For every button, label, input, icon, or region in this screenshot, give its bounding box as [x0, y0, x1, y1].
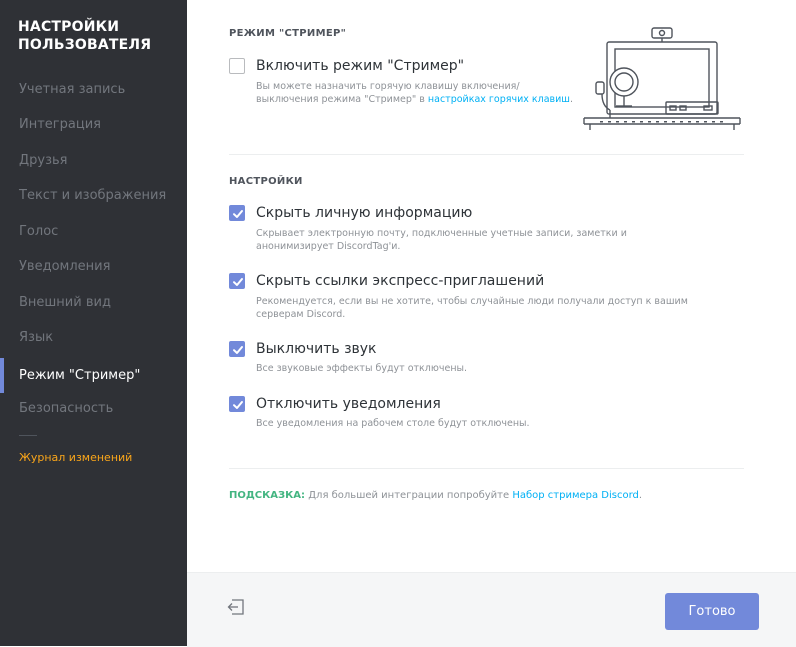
checkmark-icon	[233, 401, 243, 409]
sidebar-item-text-images[interactable]: Текст и изображения	[0, 181, 187, 211]
checkmark-icon	[233, 210, 243, 218]
sidebar-item-appearance[interactable]: Внешний вид	[0, 288, 187, 318]
sidebar-item-changelog[interactable]: Журнал изменений	[19, 451, 132, 464]
sidebar-item-integrations[interactable]: Интеграция	[0, 110, 187, 140]
section-divider	[229, 154, 744, 155]
tip-text: Для большей интеграции попробуйте	[308, 490, 510, 501]
sidebar: НАСТРОЙКИ ПОЛЬЗОВАТЕЛЯ Учетная запись Ин…	[0, 0, 187, 646]
sidebar-item-notifications[interactable]: Уведомления	[0, 252, 187, 282]
sidebar-item-friends[interactable]: Друзья	[0, 146, 187, 176]
footer: Готово	[187, 572, 796, 647]
settings-section-title: НАСТРОЙКИ	[229, 176, 303, 187]
sidebar-divider	[19, 435, 37, 436]
tip-suffix: .	[638, 490, 643, 501]
tip: ПОДСКАЗКА: Для большей интеграции попроб…	[229, 490, 642, 501]
streamer-illustration	[583, 27, 741, 130]
done-button[interactable]: Готово	[665, 593, 759, 630]
sidebar-item-streamer-mode[interactable]: Режим "Стример"	[0, 358, 187, 393]
disable-notifications-label[interactable]: Отключить уведомления	[256, 396, 441, 412]
sidebar-item-language[interactable]: Язык	[0, 323, 187, 353]
streamer-description: Вы можете назначить горячую клавишу вклю…	[256, 80, 576, 106]
sidebar-item-account[interactable]: Учетная запись	[0, 75, 187, 105]
hide-invite-links-label[interactable]: Скрыть ссылки экспресс-приглашений	[256, 273, 544, 289]
checkmark-icon	[233, 278, 243, 286]
hide-personal-info-description: Скрывает электронную почту, подключенные…	[256, 228, 627, 252]
enable-streamer-checkbox[interactable]	[229, 58, 245, 74]
hide-personal-info-label[interactable]: Скрыть личную информацию	[256, 205, 472, 221]
sidebar-item-security[interactable]: Безопасность	[0, 394, 187, 424]
disable-notifications-description: Все уведомления на рабочем столе будут о…	[256, 418, 530, 429]
tip-divider	[229, 468, 744, 469]
streamer-kit-link[interactable]: Набор стримера Discord	[512, 490, 639, 501]
mute-sounds-label[interactable]: Выключить звук	[256, 341, 377, 357]
mute-sounds-checkbox[interactable]	[229, 341, 245, 357]
mute-sounds-description: Все звуковые эффекты будут отключены.	[256, 363, 468, 374]
sidebar-title: НАСТРОЙКИ ПОЛЬЗОВАТЕЛЯ	[18, 19, 152, 53]
enable-streamer-label[interactable]: Включить режим "Стример"	[256, 58, 464, 74]
sidebar-item-voice[interactable]: Голос	[0, 217, 187, 247]
hide-invite-links-description: Рекомендуется, если вы не хотите, чтобы …	[256, 296, 688, 320]
tip-label: ПОДСКАЗКА:	[229, 490, 306, 501]
hide-personal-info-checkbox[interactable]	[229, 205, 245, 221]
checkmark-icon	[233, 346, 243, 354]
streamer-description-suffix: .	[570, 94, 574, 105]
hide-invite-links-checkbox[interactable]	[229, 273, 245, 289]
back-arrow-icon[interactable]	[227, 599, 245, 615]
hotkey-settings-link[interactable]: настройках горячих клавиш	[428, 94, 570, 105]
disable-notifications-checkbox[interactable]	[229, 396, 245, 412]
streamer-section-title: РЕЖИМ "СТРИМЕР"	[229, 28, 347, 39]
